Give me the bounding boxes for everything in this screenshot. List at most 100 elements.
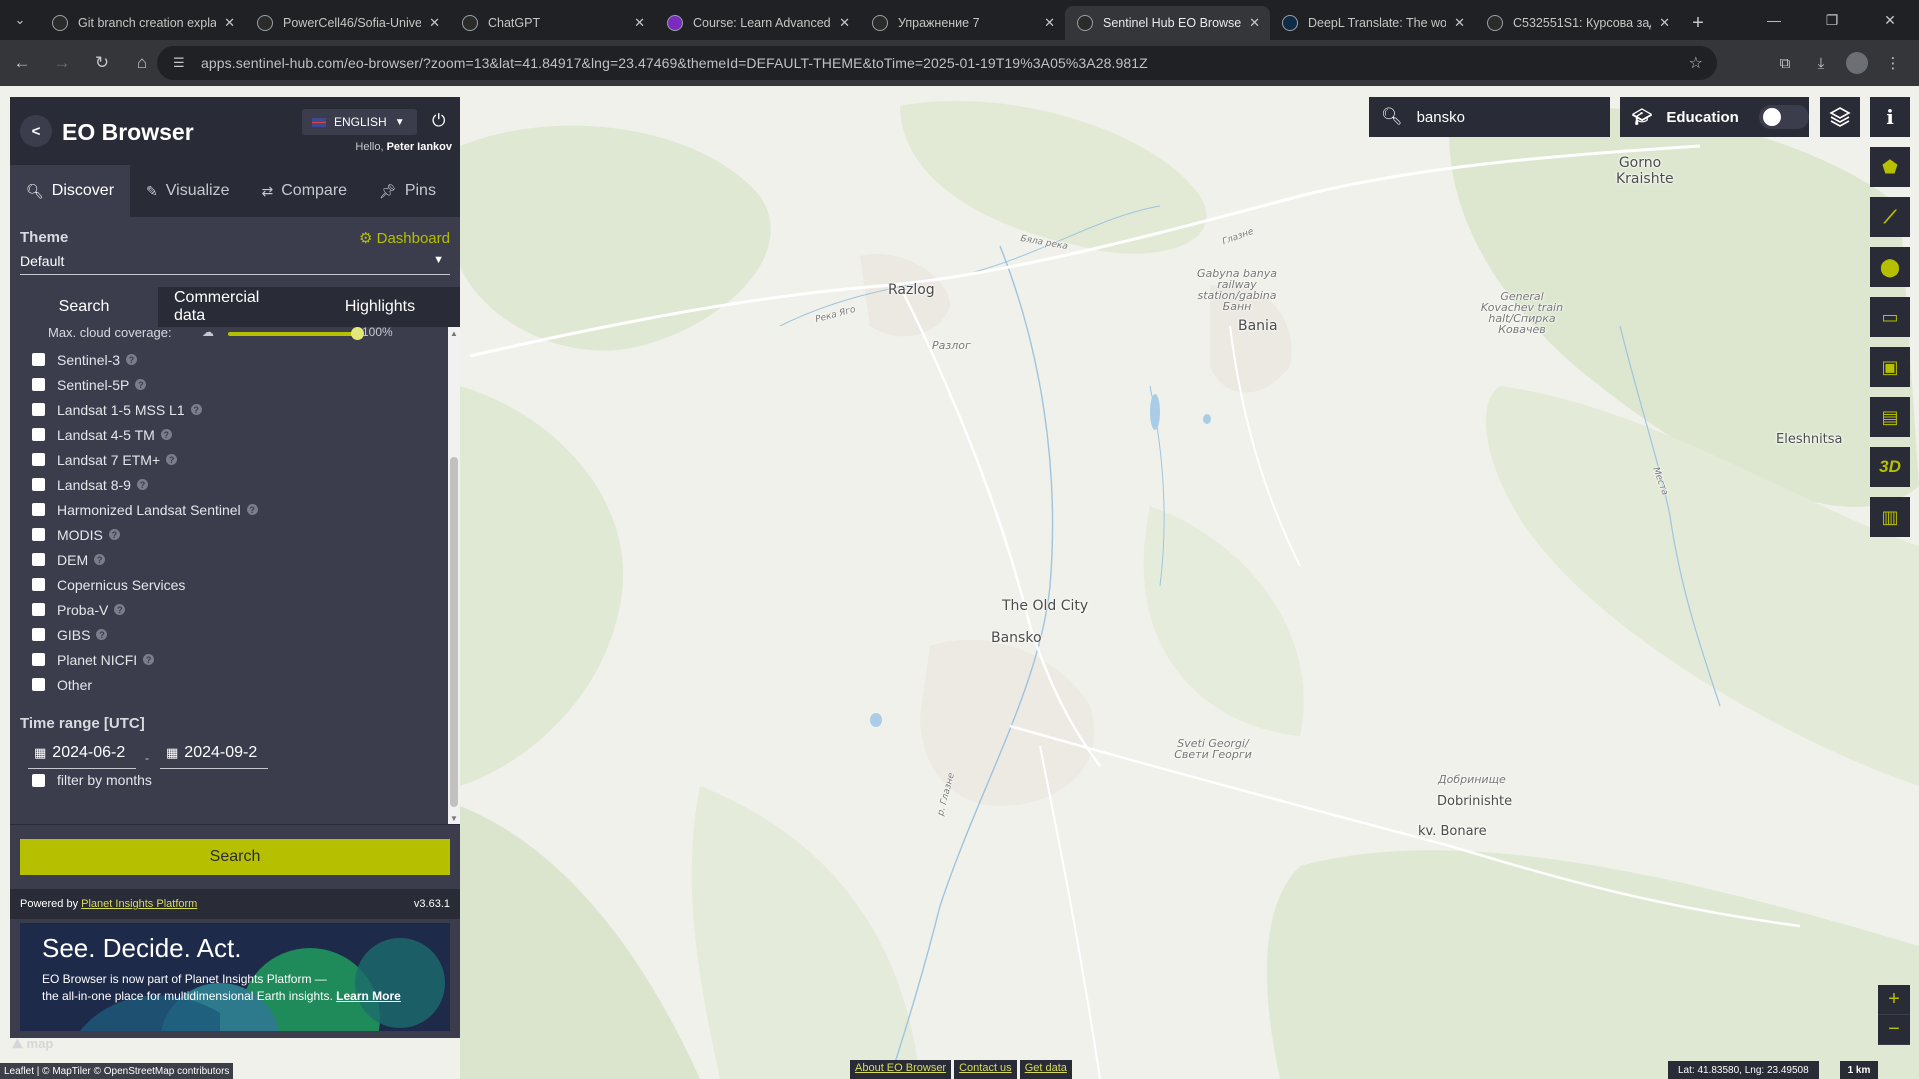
datasource-checkbox[interactable] (32, 353, 45, 366)
collapse-panel-button[interactable]: < (20, 115, 52, 147)
datasource-item[interactable]: Landsat 7 ETM+? (32, 447, 258, 472)
close-tab-icon[interactable]: ✕ (1659, 15, 1670, 31)
datasource-item[interactable]: Harmonized Landsat Sentinel? (32, 497, 258, 522)
close-window-icon[interactable]: ✕ (1861, 0, 1919, 40)
close-tab-icon[interactable]: ✕ (1249, 15, 1260, 31)
browser-tab[interactable]: C532551S1: Курсова зада ✕ (1475, 6, 1680, 40)
datasource-checkbox[interactable] (32, 603, 45, 616)
date-from-input[interactable]: ▦ 2024-06-2 (28, 737, 136, 769)
datasource-item[interactable]: GIBS? (32, 622, 258, 647)
datasource-checkbox[interactable] (32, 403, 45, 416)
3d-tool-button[interactable]: 3D (1870, 447, 1910, 487)
datasource-checkbox[interactable] (32, 378, 45, 391)
browser-tab[interactable]: Упражнение 7 ✕ (860, 6, 1065, 40)
datasource-item[interactable]: Sentinel-3? (32, 347, 258, 372)
datasource-item[interactable]: Copernicus Services (32, 572, 258, 597)
education-toggle[interactable] (1758, 105, 1809, 129)
about-link[interactable]: About EO Browser (850, 1060, 952, 1079)
back-arrow-icon[interactable]: ← (4, 45, 40, 81)
browser-tab[interactable]: Git branch creation explai ✕ (40, 6, 245, 40)
datasource-item[interactable]: Sentinel-5P? (32, 372, 258, 397)
datasource-checkbox[interactable] (32, 553, 45, 566)
url-text[interactable]: apps.sentinel-hub.com/eo-browser/?zoom=1… (201, 55, 1689, 71)
browser-tab[interactable]: DeepL Translate: The worl ✕ (1270, 6, 1475, 40)
language-select[interactable]: ENGLISH ▼ (302, 109, 417, 135)
tab-visualize[interactable]: ✎ Visualize (130, 165, 245, 217)
line-tool-button[interactable]: ⟋ (1870, 197, 1910, 237)
datasource-item[interactable]: Proba-V? (32, 597, 258, 622)
theme-dropdown[interactable]: Default ▼ (20, 253, 450, 275)
help-icon[interactable]: ? (135, 379, 147, 390)
home-icon[interactable]: ⌂ (124, 45, 160, 81)
scrollbar-thumb[interactable] (450, 457, 458, 807)
cloud-coverage-slider[interactable] (228, 327, 364, 340)
close-tab-icon[interactable]: ✕ (839, 15, 850, 31)
filter-months-checkbox[interactable] (32, 773, 45, 787)
datasource-checkbox[interactable] (32, 578, 45, 591)
tab-search-icon[interactable]: ⌄ (0, 0, 40, 40)
minimize-icon[interactable]: — (1745, 0, 1803, 40)
panel-scrollbar[interactable]: ▲ ▼ (448, 327, 460, 824)
location-search[interactable]: 🔍︎ bansko (1369, 97, 1610, 137)
close-tab-icon[interactable]: ✕ (1044, 15, 1055, 31)
scroll-up-icon[interactable]: ▲ (450, 329, 458, 338)
bookmark-star-icon[interactable]: ☆ (1689, 53, 1703, 73)
datasource-item[interactable]: Landsat 1-5 MSS L1? (32, 397, 258, 422)
datasource-checkbox[interactable] (32, 528, 45, 541)
date-to-input[interactable]: ▦ 2024-09-2 (160, 737, 268, 769)
reload-icon[interactable]: ↻ (84, 45, 120, 81)
pin-location-tool-button[interactable]: ⬤ (1870, 247, 1910, 287)
ruler-tool-button[interactable]: ▭ (1870, 297, 1910, 337)
promo-banner[interactable]: See. Decide. Act. EO Browser is now part… (20, 923, 450, 1031)
close-tab-icon[interactable]: ✕ (634, 15, 645, 31)
browser-tab[interactable]: Sentinel Hub EO Browser ✕ (1065, 6, 1270, 40)
info-button[interactable]: i (1870, 97, 1910, 137)
datasource-checkbox[interactable] (32, 428, 45, 441)
chart-tool-button[interactable]: ▥ (1870, 497, 1910, 537)
datasource-item[interactable]: DEM? (32, 547, 258, 572)
datasource-item[interactable]: Other (32, 672, 258, 697)
help-icon[interactable]: ? (126, 354, 138, 365)
get-data-link[interactable]: Get data (1019, 1060, 1072, 1079)
datasource-item[interactable]: Planet NICFI? (32, 647, 258, 672)
restore-icon[interactable]: ❐ (1803, 0, 1861, 40)
datasource-checkbox[interactable] (32, 678, 45, 691)
datasource-item[interactable]: Landsat 4-5 TM? (32, 422, 258, 447)
browser-tab[interactable]: ChatGPT ✕ (450, 6, 655, 40)
browser-tab[interactable]: Course: Learn Advanced M ✕ (655, 6, 860, 40)
close-tab-icon[interactable]: ✕ (1454, 15, 1465, 31)
contact-link[interactable]: Contact us (954, 1060, 1017, 1079)
help-icon[interactable]: ? (246, 504, 258, 515)
browser-tab[interactable]: PowerCell46/Sofia-Univer ✕ (245, 6, 450, 40)
help-icon[interactable]: ? (114, 604, 126, 615)
tab-pins[interactable]: 📌︎ Pins (363, 165, 452, 217)
datasource-checkbox[interactable] (32, 478, 45, 491)
site-info-icon[interactable]: ☰ (173, 55, 189, 71)
dashboard-link[interactable]: ⚙ Dashboard (359, 229, 450, 247)
timelapse-tool-button[interactable]: ▤ (1870, 397, 1910, 437)
help-icon[interactable]: ? (190, 404, 202, 415)
help-icon[interactable]: ? (143, 654, 155, 665)
close-tab-icon[interactable]: ✕ (429, 15, 440, 31)
polygon-tool-button[interactable]: ⬟ (1870, 147, 1910, 187)
tab-commercial-data[interactable]: Commercial data (158, 287, 306, 327)
filter-by-months[interactable]: filter by months (32, 772, 152, 788)
datasource-checkbox[interactable] (32, 628, 45, 641)
logout-power-icon[interactable]: ⏻ (432, 111, 445, 131)
learn-more-link[interactable]: Learn More (336, 989, 401, 1003)
planet-insights-link[interactable]: Planet Insights Platform (81, 898, 197, 910)
help-icon[interactable]: ? (160, 429, 172, 440)
datasource-item[interactable]: Landsat 8-9? (32, 472, 258, 497)
help-icon[interactable]: ? (136, 479, 148, 490)
tab-discover[interactable]: 🔍︎ Discover (10, 165, 131, 217)
image-download-tool-button[interactable]: ▣ (1870, 347, 1910, 387)
map-attribution[interactable]: Leaflet | © MapTiler © OpenStreetMap con… (0, 1063, 234, 1079)
close-tab-icon[interactable]: ✕ (224, 15, 235, 31)
search-button[interactable]: Search (20, 839, 450, 875)
datasource-checkbox[interactable] (32, 453, 45, 466)
help-icon[interactable]: ? (166, 454, 178, 465)
datasource-item[interactable]: MODIS? (32, 522, 258, 547)
profile-avatar[interactable] (1846, 52, 1868, 74)
datasource-checkbox[interactable] (32, 503, 45, 516)
help-icon[interactable]: ? (96, 629, 108, 640)
